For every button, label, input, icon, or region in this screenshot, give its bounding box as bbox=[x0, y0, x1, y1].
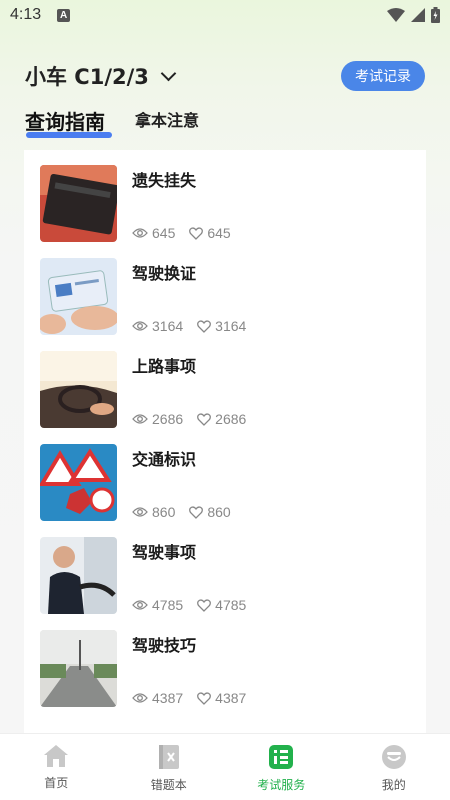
view-count: 645 bbox=[152, 225, 176, 241]
car-type-label: 小车 C1/2/3 bbox=[25, 65, 149, 89]
nav-profile[interactable]: 我的 bbox=[338, 734, 450, 800]
heart-icon bbox=[189, 505, 204, 519]
status-bar: 4:13 A bbox=[0, 0, 450, 30]
heart-icon bbox=[197, 319, 212, 333]
heart-icon bbox=[197, 598, 212, 612]
like-count: 3164 bbox=[215, 318, 247, 334]
wifi-icon bbox=[387, 8, 405, 22]
view-count: 3164 bbox=[152, 318, 184, 334]
list-item[interactable]: 上路事项 2686 2686 bbox=[40, 351, 410, 431]
car-interior-photo bbox=[40, 351, 117, 428]
eye-icon bbox=[132, 507, 148, 517]
eye-icon bbox=[132, 600, 148, 610]
home-icon bbox=[44, 745, 69, 767]
like-count: 645 bbox=[207, 225, 231, 241]
header: 小车 C1/2/3 考试记录 bbox=[25, 60, 425, 92]
view-count: 2686 bbox=[152, 411, 184, 427]
item-title: 上路事项 bbox=[132, 357, 197, 376]
like-count: 4387 bbox=[215, 690, 247, 706]
phone-license-photo bbox=[40, 258, 117, 335]
view-count: 860 bbox=[152, 504, 176, 520]
notification-badge-icon: A bbox=[57, 8, 71, 22]
eye-icon bbox=[132, 321, 148, 331]
signal-icon bbox=[411, 8, 425, 22]
heart-icon bbox=[197, 691, 212, 705]
eye-icon bbox=[132, 693, 148, 703]
driver-photo bbox=[40, 537, 117, 614]
item-title: 驾驶事项 bbox=[132, 543, 197, 562]
like-count: 860 bbox=[207, 504, 231, 520]
guide-list: 遗失挂失 645 645 驾驶换证 3164 3164 上路事项 2686 26… bbox=[24, 150, 426, 750]
nav-exam-service[interactable]: 考试服务 bbox=[225, 734, 338, 800]
eye-icon bbox=[132, 414, 148, 424]
heart-icon bbox=[189, 226, 204, 240]
tab-label: 查询指南 bbox=[25, 110, 105, 134]
bottom-nav: 首页 错题本 考试服务 我的 bbox=[0, 733, 450, 800]
like-count: 2686 bbox=[215, 411, 247, 427]
exam-record-button[interactable]: 考试记录 bbox=[341, 61, 425, 91]
view-count: 4785 bbox=[152, 597, 184, 613]
tab-query-guide[interactable]: 查询指南 bbox=[25, 106, 112, 141]
tab-license-notes[interactable]: 拿本注意 bbox=[135, 107, 199, 141]
status-icons bbox=[387, 7, 440, 23]
wrong-book-icon bbox=[158, 745, 179, 769]
item-title: 交通标识 bbox=[132, 450, 197, 469]
list-item[interactable]: 遗失挂失 645 645 bbox=[40, 165, 410, 245]
list-item[interactable]: 驾驶换证 3164 3164 bbox=[40, 258, 410, 338]
item-title: 驾驶换证 bbox=[132, 264, 197, 283]
nav-label: 首页 bbox=[44, 776, 69, 790]
car-type-selector[interactable]: 小车 C1/2/3 bbox=[25, 61, 177, 91]
nav-label: 错题本 bbox=[150, 778, 187, 792]
lost-license-photo bbox=[40, 165, 117, 242]
view-count: 4387 bbox=[152, 690, 184, 706]
status-time: 4:13 bbox=[10, 6, 42, 23]
list-item[interactable]: 交通标识 860 860 bbox=[40, 444, 410, 524]
tab-bar: 查询指南 拿本注意 bbox=[25, 105, 199, 141]
battery-icon bbox=[431, 7, 440, 23]
nav-label: 我的 bbox=[381, 778, 406, 792]
list-item[interactable]: 驾驶技巧 4387 4387 bbox=[40, 630, 410, 710]
road-photo bbox=[40, 630, 117, 707]
item-title: 遗失挂失 bbox=[132, 171, 197, 190]
chevron-down-icon bbox=[160, 65, 177, 81]
item-title: 驾驶技巧 bbox=[132, 636, 197, 655]
heart-icon bbox=[197, 412, 212, 426]
list-item[interactable]: 驾驶事项 4785 4785 bbox=[40, 537, 410, 617]
nav-home[interactable]: 首页 bbox=[0, 734, 113, 800]
like-count: 4785 bbox=[215, 597, 247, 613]
exam-service-icon bbox=[269, 745, 294, 769]
nav-label: 考试服务 bbox=[257, 778, 306, 792]
profile-icon bbox=[381, 745, 406, 769]
eye-icon bbox=[132, 228, 148, 238]
nav-wrong-book[interactable]: 错题本 bbox=[113, 734, 226, 800]
traffic-signs-photo bbox=[40, 444, 117, 521]
